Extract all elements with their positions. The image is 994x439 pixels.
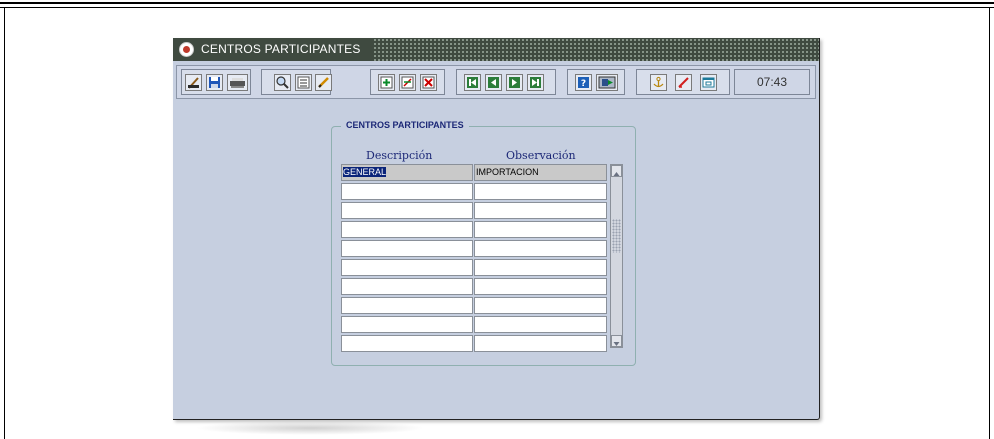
observacion-value: IMPORTACION (476, 167, 539, 177)
first-record-icon[interactable] (464, 74, 481, 91)
right-border (989, 8, 990, 439)
descripcion-field[interactable] (341, 316, 473, 333)
observacion-field[interactable] (474, 202, 607, 219)
print-icon[interactable] (227, 74, 248, 91)
observacion-field[interactable] (474, 221, 607, 238)
scroll-up-button[interactable] (611, 165, 622, 177)
top-border (0, 2, 994, 4)
descripcion-field[interactable] (341, 259, 473, 276)
toolbar-group-extra (636, 69, 730, 95)
descripcion-field[interactable]: GENERAL (341, 164, 473, 181)
observacion-field[interactable] (474, 335, 607, 352)
toolbar-group-help: ? (567, 69, 625, 95)
toolbar: ? 07:43 (176, 65, 816, 99)
search-magnifier-icon[interactable] (274, 74, 291, 91)
calendar-icon[interactable] (700, 74, 717, 91)
descripcion-field[interactable] (341, 202, 473, 219)
window-title: CENTROS PARTICIPANTES (201, 42, 361, 56)
scroll-grip[interactable] (612, 219, 621, 253)
observacion-field[interactable] (474, 183, 607, 200)
frame-title: CENTROS PARTICIPANTES (341, 120, 469, 130)
observacion-field[interactable] (474, 259, 607, 276)
toolbar-group-records (370, 69, 445, 95)
descripcion-value: GENERAL (343, 167, 387, 177)
descripcion-field[interactable] (341, 297, 473, 314)
previous-record-icon[interactable] (485, 74, 502, 91)
vertical-scrollbar[interactable] (610, 164, 623, 348)
toolbar-group-query (261, 69, 332, 95)
observacion-field[interactable] (474, 297, 607, 314)
edit-pencil-icon[interactable] (315, 74, 332, 91)
red-check-icon[interactable] (675, 74, 692, 91)
help-icon[interactable]: ? (575, 74, 592, 91)
observacion-field[interactable] (474, 278, 607, 295)
clear-broom-icon[interactable] (185, 74, 202, 91)
column-header-observacion: Observación (506, 149, 576, 162)
observacion-field[interactable] (474, 316, 607, 333)
insert-record-icon[interactable] (378, 74, 395, 91)
window-shadow (195, 421, 425, 435)
duplicate-record-icon[interactable] (399, 74, 416, 91)
svg-text:?: ? (581, 79, 586, 89)
descripcion-field[interactable] (341, 335, 473, 352)
descripcion-field[interactable] (341, 183, 473, 200)
left-border (4, 8, 5, 439)
next-record-icon[interactable] (506, 74, 523, 91)
list-icon[interactable] (295, 74, 312, 91)
toolbar-group-edit (181, 69, 251, 95)
anchor-icon[interactable] (650, 74, 667, 91)
last-record-icon[interactable] (527, 74, 544, 91)
descripcion-field[interactable] (341, 278, 473, 295)
title-bar[interactable]: CENTROS PARTICIPANTES (173, 38, 819, 61)
top-border-inner (0, 7, 994, 8)
clock-display: 07:43 (734, 69, 810, 95)
exit-icon[interactable] (596, 74, 618, 91)
save-disk-icon[interactable] (206, 74, 223, 91)
column-header-descripcion: Descripción (366, 149, 433, 162)
observacion-field[interactable]: IMPORTACION (474, 164, 607, 181)
delete-record-icon[interactable] (420, 74, 437, 91)
oracle-app-icon[interactable] (179, 42, 194, 57)
descripcion-field[interactable] (341, 240, 473, 257)
observacion-field[interactable] (474, 240, 607, 257)
scroll-down-button[interactable] (611, 335, 622, 347)
form-window: CENTROS PARTICIPANTES ? 07:43 CENTROS PA… (173, 38, 820, 420)
descripcion-field[interactable] (341, 221, 473, 238)
toolbar-group-navigation (456, 69, 556, 95)
